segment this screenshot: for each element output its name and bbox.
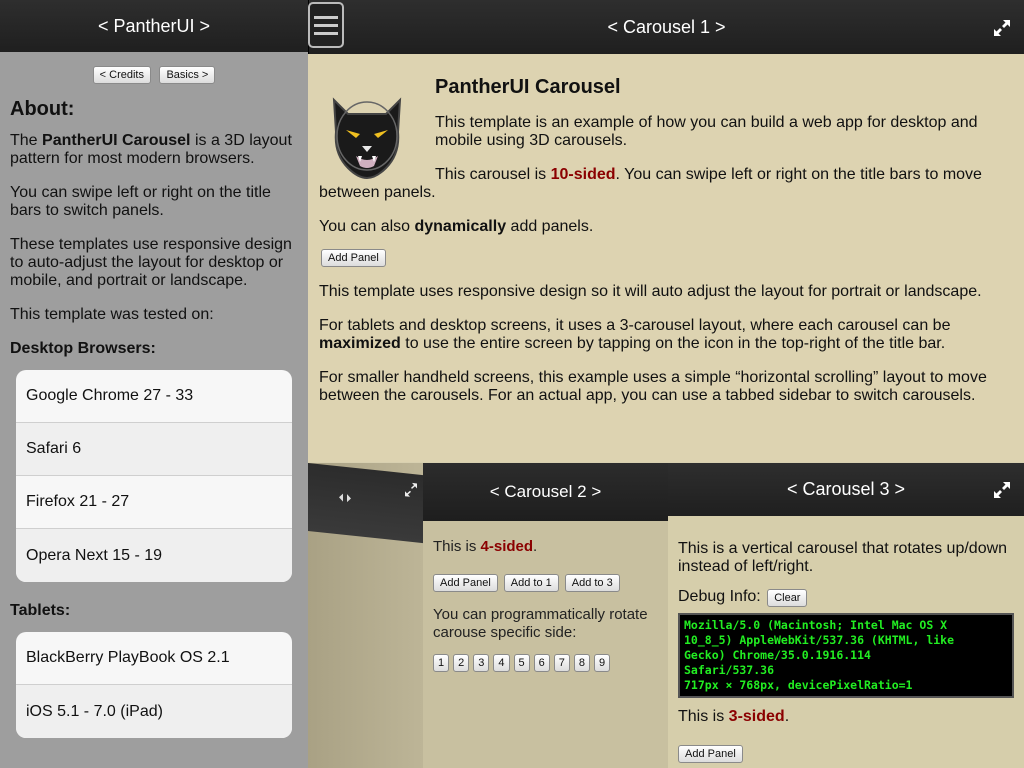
add-to-1-button[interactable]: Add to 1 [503, 574, 559, 592]
sidebar-nav: < Credits Basics > [10, 65, 298, 84]
rotate-side-buttons: 1 2 3 4 5 6 7 8 9 [433, 654, 668, 672]
carousel1-heading: PantherUI Carousel [435, 76, 621, 98]
carousel2-content: This is 4-sided. Add Panel Add to 1 Add … [433, 538, 668, 672]
list-item[interactable]: Opera Next 15 - 19 [16, 529, 292, 582]
debug-line: Mozilla/5.0 (Macintosh; Intel Mac OS X [684, 618, 948, 632]
debug-line: Safari/537.36 [684, 663, 775, 677]
carousel1-title-bar[interactable]: < Carousel 1 > [308, 0, 1024, 54]
menu-icon-line [314, 23, 338, 27]
about-heading: About: [10, 98, 75, 120]
side-2-button[interactable]: 2 [453, 654, 470, 672]
tablets-list: BlackBerry PlayBook OS 2.1 iOS 5.1 - 7.0… [16, 632, 292, 738]
carousel2-panel: < Carousel 2 > This is 4-sided. Add Pane… [308, 463, 668, 768]
list-item[interactable]: BlackBerry PlayBook OS 2.1 [16, 632, 292, 685]
sidebar: < PantherUI > < Credits Basics > About: … [0, 0, 308, 768]
sidebar-title[interactable]: < PantherUI > [98, 16, 210, 37]
carousel2-paragraph-1: This is 4-sided. [433, 538, 538, 555]
debug-line: 10_8_5) AppleWebKit/537.36 (KHTML, like [684, 633, 955, 647]
debug-info-row: Debug Info: Clear [678, 588, 1014, 607]
about-paragraph-1: The PantherUI Carousel is a 3D layout pa… [10, 132, 292, 167]
clear-button[interactable]: Clear [767, 589, 808, 607]
carousel2-title[interactable]: < Carousel 2 > [490, 482, 602, 502]
credits-button[interactable]: < Credits [92, 66, 151, 84]
list-item[interactable]: Google Chrome 27 - 33 [16, 370, 292, 423]
carousel3-paragraph-1: This is a vertical carousel that rotates… [678, 540, 1008, 575]
debug-line: 717px × 768px, devicePixelRatio=1 [684, 678, 913, 692]
side-8-button[interactable]: 8 [573, 654, 590, 672]
add-to-3-button[interactable]: Add to 3 [564, 574, 620, 592]
side-4-button[interactable]: 4 [493, 654, 510, 672]
about-paragraph-3: These templates use responsive design to… [10, 236, 292, 289]
add-panel-button[interactable]: Add Panel [678, 745, 743, 763]
basics-button[interactable]: Basics > [159, 66, 216, 84]
side-7-button[interactable]: 7 [553, 654, 570, 672]
carousel3-paragraph-2: This is 3-sided. [678, 708, 790, 725]
list-item[interactable]: Safari 6 [16, 423, 292, 476]
menu-button[interactable] [308, 2, 344, 48]
carousel1-paragraph-1: This template is an example of how you c… [435, 114, 978, 149]
desktop-browsers-heading: Desktop Browsers: [10, 340, 156, 357]
side-5-button[interactable]: 5 [513, 654, 530, 672]
carousel3-title[interactable]: < Carousel 3 > [787, 479, 905, 500]
maximize-icon[interactable] [992, 480, 1012, 500]
carousel2-title-bar[interactable]: < Carousel 2 > [423, 463, 668, 521]
carousel3-panel: This is a vertical carousel that rotates… [668, 516, 1024, 768]
maximize-icon[interactable] [404, 481, 418, 498]
side-9-button[interactable]: 9 [594, 654, 611, 672]
sidebar-title-bar[interactable]: < PantherUI > [0, 0, 308, 52]
sidebar-content: < Credits Basics > About: The PantherUI … [0, 52, 308, 768]
carousel1-paragraph-5: For tablets and desktop screens, it uses… [319, 317, 951, 352]
debug-console: Mozilla/5.0 (Macintosh; Intel Mac OS X 1… [678, 613, 1014, 698]
desktop-browsers-list: Google Chrome 27 - 33 Safari 6 Firefox 2… [16, 370, 292, 582]
list-item[interactable]: iOS 5.1 - 7.0 (iPad) [16, 685, 292, 738]
add-panel-button[interactable]: Add Panel [433, 574, 498, 592]
side-6-button[interactable]: 6 [533, 654, 550, 672]
menu-icon-line [314, 15, 338, 19]
carousel1-panel: PantherUI Carousel This template is an e… [308, 54, 1024, 462]
carousel1-paragraph-6: For smaller handheld screens, this examp… [319, 369, 987, 404]
carousel2-paragraph-2: You can programmatically rotate carouse … [433, 606, 648, 641]
collapse-icon[interactable] [338, 490, 352, 505]
menu-icon-line [314, 31, 338, 35]
tablets-heading: Tablets: [10, 602, 71, 619]
about-paragraph-4: This template was tested on: [10, 306, 214, 323]
debug-info-label: Debug Info: [678, 588, 761, 605]
debug-line: Gecko) Chrome/35.0.1916.114 [684, 648, 871, 662]
panther-logo-icon [332, 97, 402, 180]
add-panel-button[interactable]: Add Panel [321, 249, 386, 267]
carousel3-title-bar[interactable]: < Carousel 3 > [668, 463, 1024, 516]
carousel1-paragraph-2: This carousel is 10-sided. You can swipe… [319, 166, 982, 201]
maximize-icon[interactable] [992, 18, 1012, 38]
side-3-button[interactable]: 3 [473, 654, 490, 672]
list-item[interactable]: Firefox 21 - 27 [16, 476, 292, 529]
about-paragraph-2: You can swipe left or right on the title… [10, 184, 271, 219]
carousel1-title[interactable]: < Carousel 1 > [607, 17, 725, 38]
carousel2-side-title-bar [308, 463, 423, 544]
carousel1-paragraph-4: This template uses responsive design so … [319, 283, 982, 300]
side-1-button[interactable]: 1 [433, 654, 450, 672]
carousel1-paragraph-3: You can also dynamically add panels. [319, 218, 594, 235]
